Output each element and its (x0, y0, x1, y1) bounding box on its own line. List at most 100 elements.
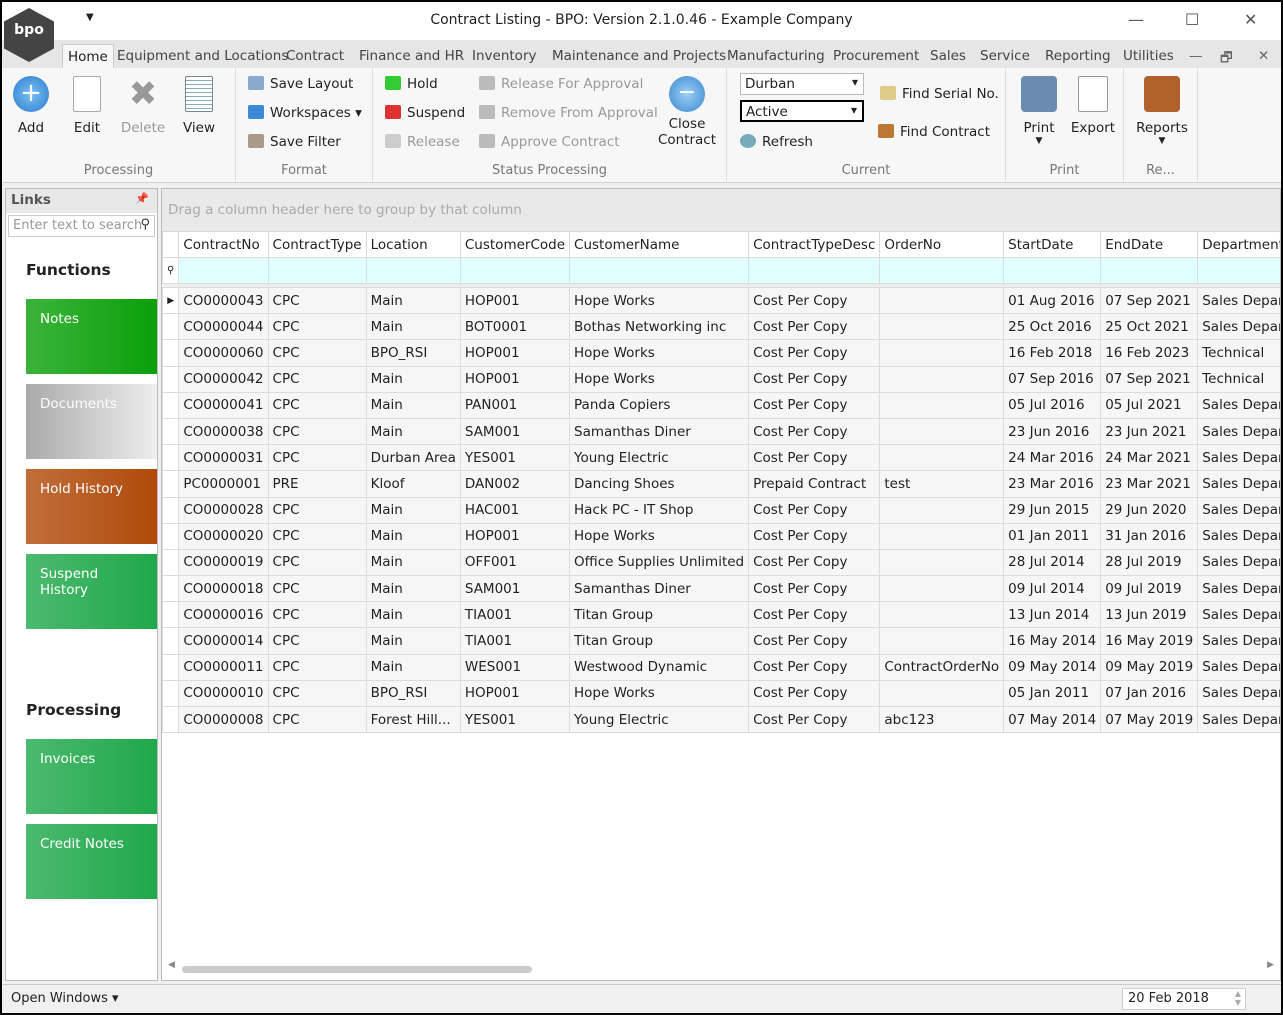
tab-utilities[interactable]: Utilities (1123, 48, 1174, 64)
ribbon-minimize-icon[interactable]: — (1189, 48, 1203, 64)
cell-contracttypedesc[interactable]: Cost Per Copy (748, 417, 881, 446)
search-icon[interactable]: ⚲ (140, 217, 150, 232)
cell-customercode[interactable]: HAC001 (459, 496, 571, 524)
cell-location[interactable]: Main (365, 601, 461, 629)
cell-location[interactable]: BPO_RSI (365, 679, 461, 708)
cell-contracttypedesc[interactable]: Cost Per Copy (748, 365, 881, 393)
cell-departmentname[interactable]: Sales Department (1197, 286, 1280, 315)
cell-contracttypedesc[interactable]: Prepaid Contract (748, 470, 881, 498)
cell-contractno[interactable]: CO0000008 (178, 705, 269, 734)
close-icon[interactable]: ✕ (1244, 10, 1257, 29)
cell-enddate[interactable]: 05 Jul 2021 (1100, 391, 1199, 419)
row-indicator[interactable] (162, 653, 180, 681)
filter-cell[interactable] (1197, 257, 1280, 284)
cell-startdate[interactable]: 05 Jan 2011 (1003, 679, 1102, 708)
cell-contracttype[interactable]: CPC (267, 548, 367, 577)
cell-contracttype[interactable]: CPC (267, 391, 367, 419)
cell-customercode[interactable]: HOP001 (459, 365, 571, 393)
column-header-orderno[interactable]: OrderNo (879, 231, 1005, 258)
cell-customername[interactable]: Young Electric (569, 705, 750, 734)
status-dropdown[interactable]: Active (740, 100, 864, 122)
cell-orderno[interactable]: abc123 (879, 705, 1005, 734)
horizontal-scrollbar[interactable]: ◀ ▶ (162, 960, 1280, 976)
cell-startdate[interactable]: 29 Jun 2015 (1003, 496, 1102, 524)
table-row[interactable]: CO0000016 CPC Main TIA001 Titan Group Cost Pe… (162, 601, 1280, 629)
table-row[interactable]: CO0000008 CPC Forest Hill... YES001 Young El… (162, 705, 1280, 734)
cell-startdate[interactable]: 25 Oct 2016 (1003, 313, 1102, 341)
table-row[interactable]: CO0000018 CPC Main SAM001 Samanthas Diner Cos… (162, 575, 1280, 603)
filter-cell[interactable] (1003, 257, 1102, 284)
cell-startdate[interactable]: 09 Jul 2014 (1003, 575, 1102, 603)
cell-departmentname[interactable]: Sales Department (1197, 444, 1280, 472)
cell-enddate[interactable]: 07 May 2019 (1100, 705, 1199, 734)
close-contract-button[interactable]: − Close Contract (655, 76, 719, 148)
cell-contracttypedesc[interactable]: Cost Per Copy (748, 705, 881, 734)
cell-departmentname[interactable]: Sales Department (1197, 575, 1280, 603)
cell-startdate[interactable]: 07 May 2014 (1003, 705, 1102, 734)
cell-customername[interactable]: Dancing Shoes (569, 470, 750, 498)
cell-enddate[interactable]: 28 Jul 2019 (1100, 548, 1199, 577)
tile-invoices[interactable]: Invoices (26, 739, 157, 814)
cell-contractno[interactable]: CO0000038 (178, 417, 269, 446)
open-windows-button[interactable]: Open Windows ▾ (11, 991, 119, 1006)
cell-contracttype[interactable]: CPC (267, 653, 367, 681)
cell-customername[interactable]: Hope Works (569, 286, 750, 315)
cell-customercode[interactable]: WES001 (459, 653, 571, 681)
cell-startdate[interactable]: 16 May 2014 (1003, 627, 1102, 655)
cell-startdate[interactable]: 23 Jun 2016 (1003, 417, 1102, 446)
cell-startdate[interactable]: 23 Mar 2016 (1003, 470, 1102, 498)
auto-filter-row[interactable]: ⚲ (162, 257, 1280, 284)
row-indicator[interactable] (162, 575, 180, 603)
cell-departmentname[interactable]: Sales Department (1197, 522, 1280, 550)
cell-departmentname[interactable]: Sales Department (1197, 391, 1280, 419)
cell-contractno[interactable]: CO0000018 (178, 575, 269, 603)
find-serial-button[interactable]: Find Serial No. (880, 86, 999, 102)
cell-departmentname[interactable]: Sales Department (1197, 496, 1280, 524)
cell-location[interactable]: Main (365, 627, 461, 655)
cell-startdate[interactable]: 07 Sep 2016 (1003, 365, 1102, 393)
cell-orderno[interactable] (879, 548, 1005, 577)
row-indicator[interactable] (162, 391, 180, 419)
cell-contractno[interactable]: CO0000010 (178, 679, 269, 708)
approve-contract-button[interactable]: Approve Contract (479, 134, 620, 150)
pin-icon[interactable]: 📌 (135, 192, 149, 205)
row-indicator[interactable] (162, 522, 180, 550)
cell-contracttypedesc[interactable]: Cost Per Copy (748, 627, 881, 655)
cell-contractno[interactable]: CO0000044 (178, 313, 269, 341)
row-indicator[interactable] (162, 313, 180, 341)
cell-orderno[interactable] (879, 601, 1005, 629)
cell-contracttype[interactable]: CPC (267, 627, 367, 655)
suspend-button[interactable]: Suspend (385, 105, 465, 121)
tab-inventory[interactable]: Inventory (472, 48, 536, 64)
cell-orderno[interactable] (879, 679, 1005, 708)
cell-contracttype[interactable]: CPC (267, 286, 367, 315)
cell-departmentname[interactable]: Sales Department (1197, 705, 1280, 734)
cell-contracttypedesc[interactable]: Cost Per Copy (748, 444, 881, 472)
cell-contracttype[interactable]: PRE (267, 470, 367, 498)
hold-button[interactable]: Hold (385, 76, 438, 92)
cell-contracttype[interactable]: CPC (267, 444, 367, 472)
table-row[interactable]: CO0000010 CPC BPO_RSI HOP001 Hope Works Cost … (162, 679, 1280, 708)
tab-service[interactable]: Service (980, 48, 1030, 64)
cell-orderno[interactable] (879, 391, 1005, 419)
cell-customercode[interactable]: HOP001 (459, 522, 571, 550)
cell-contracttypedesc[interactable]: Cost Per Copy (748, 548, 881, 577)
filter-cell[interactable] (879, 257, 1005, 284)
filter-cell[interactable] (267, 257, 367, 284)
cell-enddate[interactable]: 16 Feb 2023 (1100, 339, 1199, 367)
cell-contractno[interactable]: CO0000014 (178, 627, 269, 655)
row-indicator[interactable] (162, 444, 180, 472)
filter-cell[interactable] (459, 257, 571, 284)
group-by-panel[interactable]: Drag a column header here to group by th… (162, 189, 1280, 231)
cell-contracttype[interactable]: CPC (267, 313, 367, 341)
cell-customername[interactable]: Samanthas Diner (569, 417, 750, 446)
cell-orderno[interactable]: test (879, 470, 1005, 498)
view-button[interactable]: View (174, 76, 224, 136)
cell-orderno[interactable]: ContractOrderNo (879, 653, 1005, 681)
cell-startdate[interactable]: 24 Mar 2016 (1003, 444, 1102, 472)
cell-contractno[interactable]: CO0000016 (178, 601, 269, 629)
cell-enddate[interactable]: 25 Oct 2021 (1100, 313, 1199, 341)
cell-customercode[interactable]: HOP001 (459, 286, 571, 315)
cell-customername[interactable]: Hope Works (569, 365, 750, 393)
cell-departmentname[interactable]: Technical (1197, 339, 1280, 367)
